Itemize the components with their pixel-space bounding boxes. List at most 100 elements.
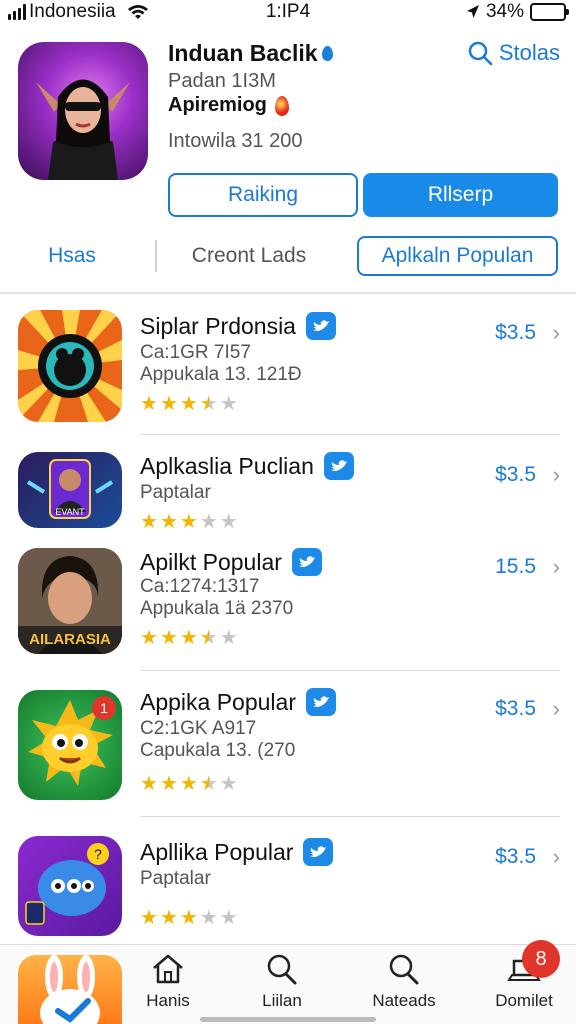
divider	[140, 816, 560, 817]
notification-badge: 1	[92, 696, 116, 720]
app-name: Apilkt Popular	[140, 548, 322, 576]
app-price-button[interactable]: $3.5	[495, 845, 536, 869]
divider	[140, 434, 560, 435]
star-icon: ★	[140, 627, 158, 649]
bird-badge-icon	[323, 452, 354, 480]
star-icon: ★	[140, 511, 158, 533]
app-meta: Ca:1GR 7I57	[140, 342, 251, 363]
bird-badge-icon	[305, 312, 336, 340]
star-rating: ★ ★ ★ ★ ★	[140, 512, 238, 532]
app-meta: Appukala 13. 121Đ	[140, 364, 302, 385]
bird-badge-icon	[306, 688, 336, 716]
star-icon: ★	[179, 773, 198, 795]
app-icon-text: AILARASIA	[29, 631, 111, 648]
status-right: 34%	[466, 1, 569, 23]
tab-label: Domilet	[495, 991, 553, 1010]
star-icon: ★	[179, 907, 198, 929]
app-meta: Paptalar	[140, 482, 211, 503]
star-icon: ★	[219, 511, 238, 533]
app-price-button[interactable]: $3.5	[495, 463, 536, 487]
list-item[interactable]: Siplar Prdonsia Ca:1GR 7I57 Appukala 13.…	[0, 306, 576, 436]
list-item[interactable]: ? Apllika Popular Paptalar ★ ★ ★ ★ ★ $3.5 ›	[0, 832, 576, 942]
star-icon: ★	[159, 627, 178, 649]
tab-search-2[interactable]: Nateads	[354, 953, 454, 1011]
app-price-button[interactable]: $3.5	[495, 697, 536, 721]
list-item[interactable]: EVANT Aplkaslia Puclian Paptalar ★ ★ ★ ★ ★ $…	[0, 446, 576, 536]
tab-recent[interactable]: Creont Lads	[175, 236, 323, 276]
app-price-button[interactable]: 15.5	[495, 555, 536, 579]
svg-text:?: ?	[94, 846, 102, 862]
search-icon	[267, 954, 297, 985]
search-icon	[468, 41, 493, 66]
app-icon: AILARASIA	[18, 548, 122, 654]
home-icon	[153, 954, 183, 984]
chevron-right-icon: ›	[552, 554, 560, 579]
app-meta: Appukala 1ä 2370	[140, 598, 294, 619]
star-icon: ★	[219, 773, 238, 795]
app-icon: ?	[18, 836, 122, 936]
bunny-app-icon[interactable]	[18, 955, 122, 1024]
app-meta: Paptalar	[140, 868, 211, 889]
primary-action-button[interactable]: Rllserp	[363, 173, 558, 217]
home-indicator	[200, 1017, 376, 1022]
bird-badge-icon	[303, 838, 334, 866]
app-meta: Ca:1274:1317	[140, 576, 260, 597]
star-rating: ★ ★ ★ ★ ★	[140, 908, 238, 928]
app-name: Appika Popular	[140, 688, 336, 716]
featured-app-icon[interactable]	[18, 42, 148, 180]
fire-drop-icon	[274, 95, 289, 116]
app-name: Apllika Popular	[140, 838, 334, 866]
star-icon: ★	[219, 907, 238, 929]
list-item[interactable]: 1 Appika Popular C2:1GK A917 Capukala 13…	[0, 684, 576, 820]
tab-popular[interactable]: Aplkaln Populan	[357, 236, 558, 276]
drop-icon	[321, 46, 333, 61]
star-icon: ★	[179, 627, 198, 649]
notification-badge: 8	[522, 940, 560, 978]
tab-label: Hanis	[146, 991, 190, 1010]
app-icon: EVANT	[18, 452, 122, 528]
star-icon: ★	[199, 773, 218, 795]
app-icon-text: EVANT	[55, 507, 85, 517]
divider	[0, 292, 576, 294]
star-icon: ★	[159, 393, 178, 415]
ranking-button[interactable]: Raiking	[168, 173, 358, 217]
tab-search[interactable]: Liilan	[232, 953, 332, 1011]
star-rating: ★ ★ ★ ★ ★	[140, 628, 238, 648]
chevron-right-icon: ›	[552, 696, 560, 721]
star-icon: ★	[199, 627, 218, 649]
star-icon: ★	[219, 627, 238, 649]
star-icon: ★	[140, 907, 158, 929]
list-item[interactable]: AILARASIA Apilkt Popular Ca:1274:1317 Ap…	[0, 544, 576, 672]
star-icon: ★	[159, 907, 178, 929]
app-price-button[interactable]: $3.5	[495, 321, 536, 345]
chevron-right-icon: ›	[552, 320, 560, 345]
star-rating: ★ ★ ★ ★ ★	[140, 394, 238, 414]
featured-app-developer: Apiremiog	[168, 94, 289, 117]
star-icon: ★	[179, 511, 198, 533]
battery-icon	[530, 3, 569, 21]
tab-label: Nateads	[372, 991, 436, 1010]
star-icon: ★	[199, 393, 218, 415]
star-icon: ★	[140, 773, 158, 795]
star-icon: ★	[199, 511, 218, 533]
star-rating: ★ ★ ★ ★ ★	[140, 774, 238, 794]
featured-app-subtitle: Padan 1I3M	[168, 70, 276, 92]
bird-badge-icon	[291, 548, 322, 576]
star-icon: ★	[159, 511, 178, 533]
star-icon: ★	[219, 393, 238, 415]
star-icon: ★	[140, 393, 158, 415]
status-bar: Indonesiia 1:IP4 34%	[0, 0, 576, 26]
tab-label: Liilan	[262, 991, 302, 1010]
star-icon: ★	[159, 773, 178, 795]
app-name: Aplkaslia Puclian	[140, 452, 354, 480]
tab-home[interactable]: Hanis	[118, 953, 218, 1011]
app-meta: C2:1GK A917	[140, 718, 257, 739]
star-icon: ★	[179, 393, 198, 415]
app-icon	[18, 310, 122, 422]
tab-divider	[155, 240, 157, 272]
search-link[interactable]: Stolas	[467, 40, 560, 66]
tab-home[interactable]: Hsas	[18, 236, 126, 276]
app-icon: 1	[18, 690, 122, 800]
featured-app-title: Induan Baclik	[168, 40, 333, 67]
search-icon	[389, 954, 419, 985]
